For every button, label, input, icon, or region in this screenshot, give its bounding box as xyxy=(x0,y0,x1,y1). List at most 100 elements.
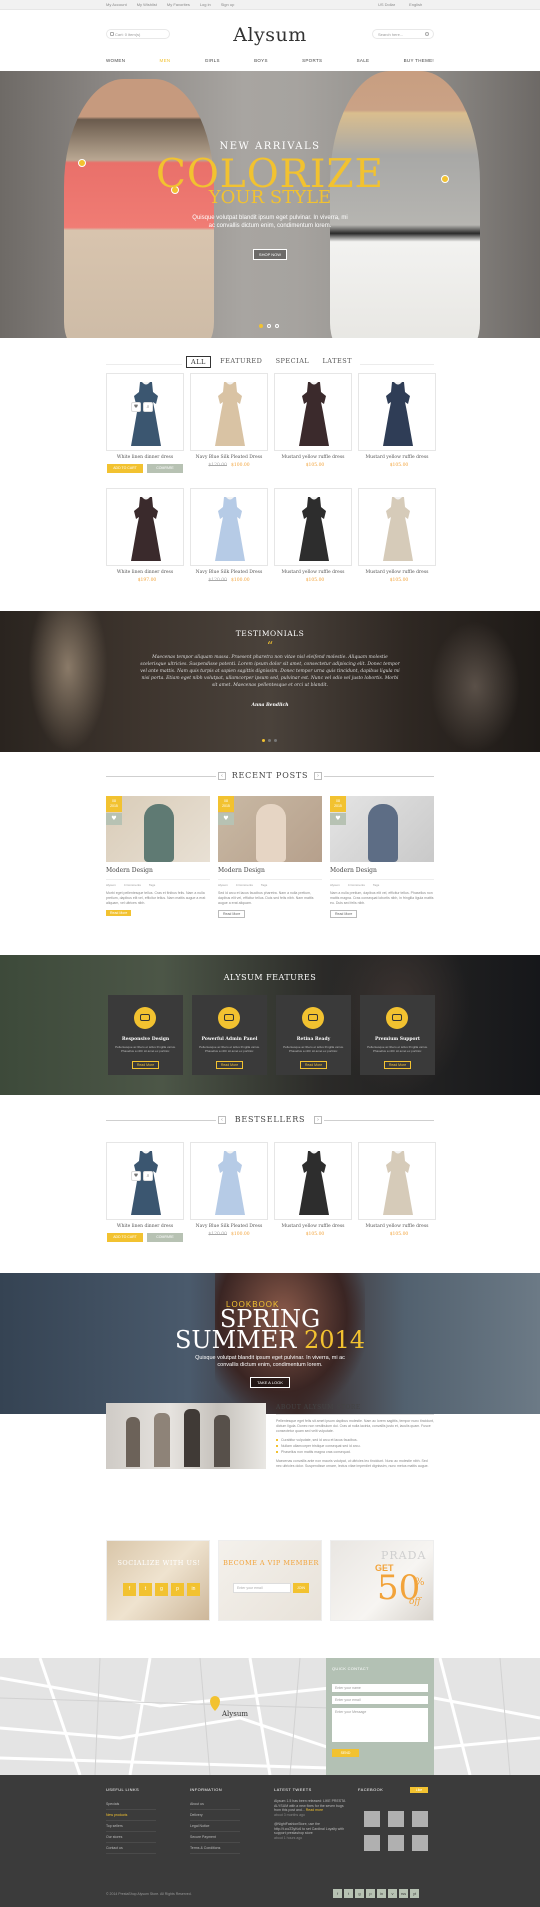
product-name[interactable]: Navy Blue Silk Pleated Dress xyxy=(190,1224,268,1229)
product-card[interactable]: Mustard yellow ruffle dress $105.00 xyxy=(358,488,436,583)
signup-link[interactable]: Sign up xyxy=(221,2,235,7)
product-name[interactable]: Mustard yellow ruffle dress xyxy=(358,1224,436,1229)
footer-link[interactable]: Terms & Conditions xyxy=(190,1843,240,1854)
add-to-cart-button[interactable]: ADD TO CART xyxy=(107,1233,143,1242)
testimonial-dot[interactable] xyxy=(268,739,271,742)
facebook-icon[interactable]: f xyxy=(333,1889,342,1898)
slider-dot[interactable] xyxy=(267,324,271,328)
search-input[interactable]: Search here... xyxy=(372,29,434,39)
product-name[interactable]: Mustard yellow ruffle dress xyxy=(274,1224,352,1229)
wishlist-icon[interactable]: ♥ xyxy=(131,402,141,412)
shop-now-button[interactable]: SHOP NOW xyxy=(253,249,287,260)
product-image[interactable] xyxy=(190,373,268,451)
hero-slider[interactable]: NEW ARRIVALS COLORIZE YOUR STYLE Quisque… xyxy=(0,71,540,338)
product-card[interactable]: ♥ ⌕ White linen dinner dress ADD TO CART… xyxy=(106,373,184,473)
facebook-fan-avatar[interactable] xyxy=(364,1835,380,1851)
product-image[interactable] xyxy=(190,488,268,566)
read-more-button[interactable]: Read More xyxy=(106,910,132,916)
product-name[interactable]: White linen dinner dress xyxy=(106,570,184,575)
footer-link[interactable]: Our stores xyxy=(106,1832,156,1843)
product-card[interactable]: Navy Blue Silk Pleated Dress $120.00 $100… xyxy=(190,488,268,583)
post-image[interactable]: 08 2015 ♥ xyxy=(330,796,434,862)
product-image[interactable] xyxy=(190,1142,268,1220)
post-title[interactable]: Modern Design xyxy=(106,867,210,874)
product-name[interactable]: White linen dinner dress xyxy=(106,1224,184,1229)
product-card[interactable]: White linen dinner dress $197.00 xyxy=(106,488,184,583)
product-image[interactable] xyxy=(358,1142,436,1220)
my-wishlist-link[interactable]: My Wishlist xyxy=(137,2,157,7)
contact-email-input[interactable]: Enter your email xyxy=(332,1696,428,1704)
product-image[interactable] xyxy=(274,488,352,566)
read-more-button[interactable]: Read More xyxy=(330,910,358,918)
footer-link[interactable]: New products xyxy=(106,1810,156,1821)
feature-read-more-button[interactable]: Read More xyxy=(384,1061,411,1069)
search-icon[interactable] xyxy=(425,32,429,36)
next-arrow-icon[interactable]: › xyxy=(314,772,322,780)
product-name[interactable]: Mustard yellow ruffle dress xyxy=(358,455,436,460)
contact-send-button[interactable]: SEND xyxy=(332,1749,359,1757)
facebook-like-button[interactable]: Like xyxy=(410,1787,428,1793)
pinterest-icon[interactable]: p xyxy=(171,1583,184,1596)
footer-link[interactable]: Contact us xyxy=(106,1843,156,1854)
login-link[interactable]: Log in xyxy=(200,2,211,7)
compare-button[interactable]: COMPARE xyxy=(147,1233,183,1242)
nav-item-boys[interactable]: BOYS xyxy=(254,58,268,63)
product-name[interactable]: Navy Blue Silk Pleated Dress xyxy=(190,455,268,460)
testimonial-dot[interactable] xyxy=(262,739,265,742)
product-card[interactable]: Mustard yellow ruffle dress $105.00 xyxy=(358,373,436,468)
post-title[interactable]: Modern Design xyxy=(330,867,434,874)
compare-button[interactable]: COMPARE xyxy=(147,464,183,473)
read-more-button[interactable]: Read More xyxy=(218,910,246,918)
footer-link[interactable]: Specials xyxy=(106,1799,156,1810)
footer-link[interactable]: Legal Notice xyxy=(190,1821,240,1832)
facebook-fan-avatar[interactable] xyxy=(412,1835,428,1851)
post-title[interactable]: Modern Design xyxy=(218,867,322,874)
nav-item-men[interactable]: MEN xyxy=(160,58,171,63)
feature-read-more-button[interactable]: Read More xyxy=(132,1061,159,1069)
vimeo-icon[interactable]: v xyxy=(388,1889,397,1898)
quick-view-icon[interactable]: ⌕ xyxy=(143,402,153,412)
facebook-fan-avatar[interactable] xyxy=(388,1811,404,1827)
rss-icon[interactable]: rss xyxy=(399,1889,408,1898)
facebook-fan-avatar[interactable] xyxy=(388,1835,404,1851)
youtube-icon[interactable]: yt xyxy=(410,1889,419,1898)
post-comments[interactable]: 4 Comments xyxy=(124,883,141,887)
tab-special[interactable]: SPECIAL xyxy=(272,356,314,368)
wishlist-icon[interactable]: ♥ xyxy=(131,1171,141,1181)
linkedin-icon[interactable]: in xyxy=(187,1583,200,1596)
google-plus-icon[interactable]: g xyxy=(355,1889,364,1898)
quick-view-icon[interactable]: ⌕ xyxy=(143,1171,153,1181)
product-name[interactable]: Mustard yellow ruffle dress xyxy=(358,570,436,575)
bestseller-card[interactable]: Mustard yellow ruffle dress $105.00 xyxy=(358,1142,436,1237)
product-image[interactable]: ♥ ⌕ xyxy=(106,373,184,451)
logo[interactable]: Alysum xyxy=(0,24,540,46)
post-image[interactable]: 08 2015 ♥ xyxy=(106,796,210,862)
slider-dot[interactable] xyxy=(259,324,263,328)
language-select[interactable]: English xyxy=(409,2,422,7)
store-map[interactable]: Alysum xyxy=(0,1658,540,1775)
contact-message-input[interactable]: Enter your Message xyxy=(332,1708,428,1742)
my-account-link[interactable]: My Account xyxy=(106,2,127,7)
post-tags[interactable]: Tags xyxy=(261,883,267,887)
twitter-icon[interactable]: t xyxy=(139,1583,152,1596)
bestseller-card[interactable]: ♥ ⌕ White linen dinner dress ADD TO CART… xyxy=(106,1142,184,1242)
product-image[interactable] xyxy=(274,373,352,451)
product-name[interactable]: Mustard yellow ruffle dress xyxy=(274,570,352,575)
vip-email-input[interactable]: Enter your email xyxy=(233,1583,291,1593)
facebook-fan-avatar[interactable] xyxy=(412,1811,428,1827)
nav-item-girls[interactable]: GIRLS xyxy=(205,58,220,63)
tab-featured[interactable]: FEATURED xyxy=(216,356,266,368)
nav-item-sports[interactable]: SPORTS xyxy=(302,58,322,63)
product-image[interactable] xyxy=(358,488,436,566)
footer-link[interactable]: Secure Payment xyxy=(190,1832,240,1843)
bestseller-card[interactable]: Navy Blue Silk Pleated Dress $120.00 $100… xyxy=(190,1142,268,1237)
currency-select[interactable]: US Dollar xyxy=(378,2,395,7)
facebook-icon[interactable]: f xyxy=(123,1583,136,1596)
footer-link[interactable]: About us xyxy=(190,1799,240,1810)
feature-read-more-button[interactable]: Read More xyxy=(216,1061,243,1069)
post-comments[interactable]: 4 Comments xyxy=(348,883,365,887)
bestseller-card[interactable]: Mustard yellow ruffle dress $105.00 xyxy=(274,1142,352,1237)
product-name[interactable]: White linen dinner dress xyxy=(106,455,184,460)
testimonial-dot[interactable] xyxy=(274,739,277,742)
footer-link[interactable]: Top sellers xyxy=(106,1821,156,1832)
